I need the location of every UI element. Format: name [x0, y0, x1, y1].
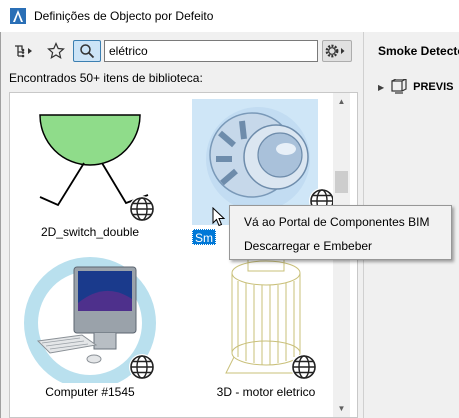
menu-item-download-and-embed[interactable]: Descarregar e Embeber: [244, 236, 372, 256]
globe-icon: [129, 196, 155, 222]
results-count-label: Encontrados 50+ itens de biblioteca:: [9, 71, 203, 85]
title-bar: Definições de Objecto por Defeito: [0, 0, 459, 32]
scroll-down-button[interactable]: ▼: [333, 400, 350, 417]
search-input[interactable]: [104, 40, 318, 62]
scroll-down-arrow-icon: ▼: [337, 404, 346, 413]
scroll-thumb[interactable]: [335, 171, 348, 193]
library-item-caption: Sm: [192, 229, 216, 245]
globe-icon: [291, 354, 317, 380]
library-tree-button[interactable]: [11, 40, 39, 62]
gear-icon: [325, 44, 345, 58]
library-item-3d-motor-eletrico[interactable]: 3D - motor eletrico: [186, 253, 346, 403]
star-icon: [47, 42, 65, 60]
context-menu: Vá ao Portal de Componentes BIM Descarre…: [229, 205, 452, 260]
library-tree-icon: [15, 45, 32, 58]
globe-icon: [129, 354, 155, 380]
scroll-up-button[interactable]: ▲: [333, 93, 350, 110]
library-item-computer-1545[interactable]: Computer #1545: [10, 253, 170, 403]
menu-item-go-to-bim-portal[interactable]: Vá ao Portal de Componentes BIM: [244, 212, 429, 232]
preview-icon: [391, 79, 407, 94]
preview-section-label: PREVIS: [413, 81, 454, 93]
window-title: Definições de Objecto por Defeito: [34, 9, 214, 23]
search-toggle-button[interactable]: [73, 40, 101, 62]
library-item-caption: 2D_switch_double: [40, 225, 140, 239]
scroll-up-arrow-icon: ▲: [337, 97, 346, 106]
library-item-2d-switch-double[interactable]: 2D_switch_double: [10, 93, 170, 243]
preview-section-header[interactable]: ▶ PREVIS: [378, 78, 454, 96]
magnifier-icon: [80, 44, 95, 59]
selected-object-title: Smoke Detector: [378, 44, 459, 58]
electric-motor-thumbnail: [225, 254, 307, 374]
window-border: [0, 32, 1, 418]
settings-button[interactable]: [322, 40, 352, 62]
expand-arrow-icon: ▶: [378, 82, 385, 92]
archicad-logo-icon: [10, 8, 26, 24]
library-item-caption: Computer #1545: [45, 385, 135, 399]
mouse-cursor-icon: [212, 207, 226, 227]
toolbar: [1, 32, 363, 70]
library-item-caption: 3D - motor eletrico: [216, 385, 316, 399]
favorites-button[interactable]: [44, 40, 68, 62]
